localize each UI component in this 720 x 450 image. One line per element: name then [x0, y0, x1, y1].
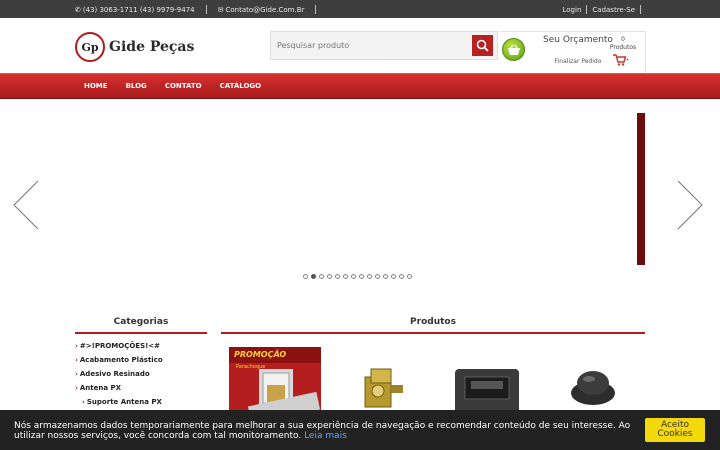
slider-dot[interactable]	[303, 274, 308, 279]
basket-icon-glyph	[507, 44, 520, 55]
envelope-icon: ✉	[217, 5, 224, 14]
category-label[interactable]: Suporte Antena PX	[87, 398, 162, 406]
slider-dot[interactable]	[351, 274, 356, 279]
divider	[586, 5, 588, 14]
nav-item-catalogo[interactable]: CATÁLOGO	[220, 82, 262, 90]
login-link[interactable]: Login	[563, 6, 582, 14]
main-nav: HOME BLOG CONTATO CATÁLOGO	[0, 73, 720, 99]
phone-text: (43) 3063-1711 (43) 9979-9474	[82, 5, 195, 14]
divider	[315, 5, 317, 14]
slide-image-edge	[637, 113, 645, 265]
subcategory-item[interactable]: › Suporte Antena PX	[75, 395, 207, 409]
slider-dot[interactable]	[407, 274, 412, 279]
cart-count-label: Produtos	[609, 44, 637, 51]
signup-link[interactable]: Cadastre-Se	[592, 6, 635, 14]
chevron-right-icon: ›	[75, 356, 78, 364]
logo[interactable]: Gp Gide Peças	[75, 32, 194, 62]
chevron-right-icon	[677, 180, 703, 230]
category-item[interactable]: › Antena PX	[75, 381, 207, 395]
email-info[interactable]: ✉ Contato@Gide.Com.Br	[218, 6, 305, 14]
phone-icon: ✆	[75, 5, 81, 14]
slider-dot[interactable]	[343, 274, 348, 279]
search-button[interactable]	[472, 35, 493, 56]
categories-sidebar: Categorias › #>!PROMOÇÕES!<# › Acabamento …	[75, 317, 207, 409]
cookie-banner: Nós armazenamos dados temporariamente pa…	[0, 410, 720, 450]
category-label[interactable]: #>!PROMOÇÕES!<#	[80, 342, 160, 350]
promo-banner: PROMOÇÃO	[234, 350, 287, 359]
category-label[interactable]: Antena PX	[80, 384, 121, 392]
finalize-order-link[interactable]: Finalizar Pedido	[536, 58, 620, 65]
slider-next-button[interactable]	[676, 177, 704, 233]
promo-subtitle: Parachoque	[236, 364, 266, 370]
divider	[640, 5, 641, 14]
nav-item-home[interactable]: HOME	[84, 82, 108, 90]
email-text[interactable]: Contato@Gide.Com.Br	[225, 6, 304, 14]
basket-icon	[502, 38, 525, 61]
slider-prev-button[interactable]	[12, 177, 40, 233]
search-input[interactable]	[275, 35, 471, 56]
divider	[205, 5, 207, 14]
slider-dot[interactable]	[399, 274, 404, 279]
product-card-promo[interactable]: PROMOÇÃO Parachoque	[229, 347, 321, 425]
hero-slider	[0, 99, 720, 291]
search-icon	[476, 39, 489, 52]
account-links: Login Cadastre-Se	[563, 5, 647, 14]
nav-item-contato[interactable]: CONTATO	[165, 82, 202, 90]
header: Gp Gide Peças Seu Orçamento Finalizar Pe…	[0, 18, 720, 79]
chevron-right-icon: ›	[82, 398, 85, 406]
chevron-right-icon: ›	[75, 342, 78, 350]
cart-count: 0 Produtos	[603, 36, 643, 52]
slider-dot[interactable]	[359, 274, 364, 279]
contact-info: ✆ (43) 3063-1711 (43) 9979-9474 ✉ Contato@…	[75, 5, 321, 14]
accept-label-line2: Cookies	[657, 429, 693, 439]
product-image	[455, 369, 519, 417]
category-label[interactable]: Adesivo Resinado	[80, 370, 150, 378]
top-bar: ✆ (43) 3063-1711 (43) 9979-9474 ✉ Contato@…	[0, 0, 720, 18]
chevron-left-icon	[13, 180, 39, 230]
cart-dropdown-icon	[613, 54, 629, 66]
slider-dot[interactable]	[367, 274, 372, 279]
accept-cookies-button[interactable]: Aceito Cookies	[645, 418, 705, 442]
category-label[interactable]: Acabamento Plástico	[80, 356, 163, 364]
product-card[interactable]	[441, 347, 533, 417]
read-more-link[interactable]: Leia mais	[304, 431, 347, 441]
search-bar	[270, 31, 498, 60]
category-item[interactable]: › Adesivo Resinado	[75, 367, 207, 381]
cart-icon[interactable]	[613, 54, 629, 69]
product-card[interactable]	[337, 347, 429, 417]
phone-info: ✆ (43) 3063-1711 (43) 9979-9474	[75, 6, 195, 14]
product-card[interactable]	[547, 347, 639, 417]
logo-mark: Gp	[75, 32, 105, 62]
chevron-right-icon: ›	[75, 370, 78, 378]
slider-dot[interactable]	[335, 274, 340, 279]
product-image	[364, 368, 403, 408]
category-item[interactable]: › Acabamento Plástico	[75, 353, 207, 367]
nav-item-blog[interactable]: BLOG	[126, 82, 147, 90]
slider-dot[interactable]	[375, 274, 380, 279]
slider-dot[interactable]	[311, 274, 316, 279]
logo-text: Gide Peças	[109, 39, 195, 55]
slider-dots	[303, 274, 412, 279]
chevron-right-icon: ›	[75, 384, 78, 392]
quote-cart[interactable]: Seu Orçamento Finalizar Pedido 0 Produto…	[500, 31, 646, 79]
cookie-message-container: Nós armazenamos dados temporariamente pa…	[14, 421, 634, 441]
cart-count-number: 0	[621, 36, 625, 43]
slider-dot[interactable]	[319, 274, 324, 279]
slider-dot[interactable]	[391, 274, 396, 279]
product-image	[571, 371, 615, 405]
products-section: Produtos PROMOÇÃO Parachoque	[221, 317, 645, 425]
slider-dot[interactable]	[383, 274, 388, 279]
category-item[interactable]: › #>!PROMOÇÕES!<#	[75, 339, 207, 353]
products-title: Produtos	[221, 317, 645, 334]
slider-dot[interactable]	[327, 274, 332, 279]
categories-title: Categorias	[75, 317, 207, 334]
